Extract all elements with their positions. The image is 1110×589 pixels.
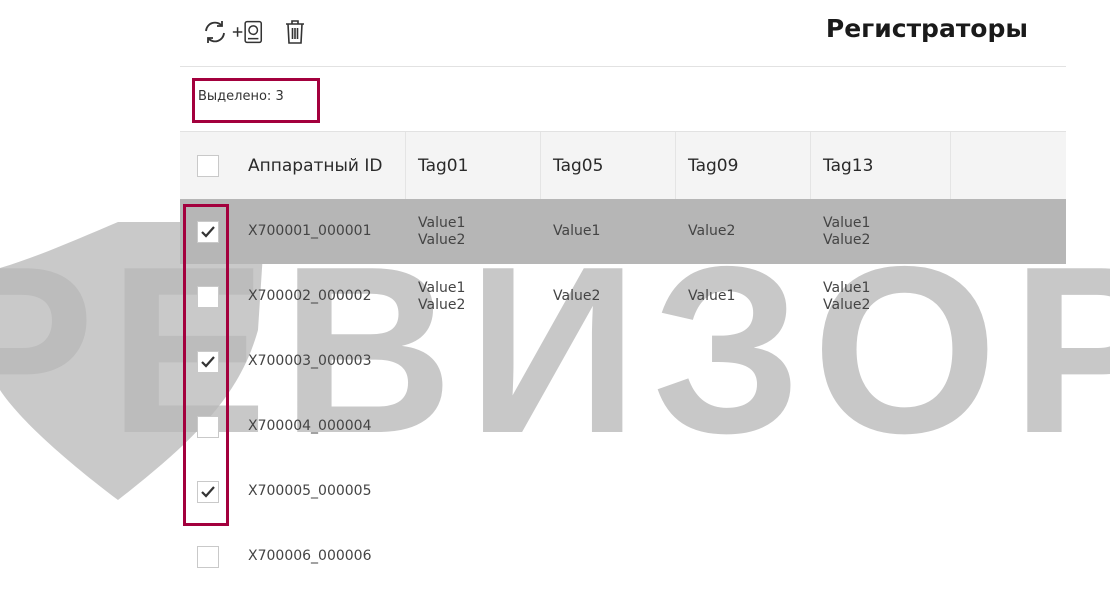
table-body: X700001_000001 Value1 Value2 Value1 Value2 Va…: [180, 199, 1066, 589]
row-checkbox[interactable]: [197, 350, 219, 373]
row-checkbox[interactable]: [197, 415, 219, 438]
tag09-cell: Value2: [688, 223, 736, 239]
hardware-id-cell: X700006_000006: [248, 548, 372, 564]
refresh-button[interactable]: [200, 15, 230, 49]
refresh-icon: [205, 21, 225, 43]
tag01-value: Value1: [418, 279, 466, 296]
tag01-value: Value1: [418, 214, 466, 231]
checkmark-icon: [201, 485, 215, 498]
page-title: Регистраторы: [825, 14, 1028, 43]
tag13-cell: Value1 Value2: [811, 215, 951, 249]
table-header-row: Аппаратный ID Tag01 Tag05 Tag09 Tag13: [180, 131, 1066, 199]
table-row[interactable]: X700005_000005: [180, 459, 1066, 524]
column-header-tag13[interactable]: Tag13: [811, 132, 951, 199]
column-header-empty: [951, 132, 1066, 199]
table-row[interactable]: X700001_000001 Value1 Value2 Value1 Value2 Va…: [180, 199, 1066, 264]
hardware-id-cell: X700001_000001: [248, 223, 372, 239]
toolbar: [200, 14, 318, 50]
delete-button[interactable]: [280, 15, 310, 49]
tag01-value: Value2: [418, 296, 466, 313]
tag05-cell: Value1: [553, 223, 601, 239]
row-checkbox[interactable]: [197, 545, 219, 568]
select-all-checkbox[interactable]: [197, 154, 219, 177]
row-checkbox-cell: [180, 285, 236, 308]
column-header-tag09[interactable]: Tag09: [676, 132, 811, 199]
select-all-cell: [180, 132, 236, 199]
tag13-value: Value1: [823, 279, 871, 296]
registrators-table: Аппаратный ID Tag01 Tag05 Tag09 Tag13 X7…: [180, 131, 1066, 589]
column-header-tag05[interactable]: Tag05: [541, 132, 676, 199]
tag13-value: Value2: [823, 231, 871, 248]
tag13-cell: Value1 Value2: [811, 280, 951, 314]
hardware-id-cell: X700002_000002: [248, 288, 372, 304]
column-header-tag01[interactable]: Tag01: [406, 132, 541, 199]
row-checkbox[interactable]: [197, 220, 219, 243]
tag13-value: Value1: [823, 214, 871, 231]
tag13-value: Value2: [823, 296, 871, 313]
hardware-id-cell: X700004_000004: [248, 418, 372, 434]
add-device-button[interactable]: [230, 15, 266, 49]
table-row[interactable]: X700004_000004: [180, 394, 1066, 459]
trash-icon: [286, 20, 304, 44]
toolbar-divider: [180, 66, 1066, 67]
row-checkbox-cell: [180, 545, 236, 568]
checkmark-icon: [201, 355, 215, 368]
row-checkbox[interactable]: [197, 285, 219, 308]
table-row[interactable]: X700006_000006: [180, 524, 1066, 589]
add-device-icon: [232, 20, 263, 44]
hardware-id-cell: X700005_000005: [248, 483, 372, 499]
checkmark-icon: [201, 225, 215, 238]
table-row[interactable]: X700002_000002 Value1 Value2 Value2 Value1 Va…: [180, 264, 1066, 329]
selected-count: Выделено: 3: [198, 89, 284, 104]
row-checkbox-cell: [180, 220, 236, 243]
row-checkbox-cell: [180, 415, 236, 438]
tag09-cell: Value1: [688, 288, 736, 304]
row-checkbox[interactable]: [197, 480, 219, 503]
tag05-cell: Value2: [553, 288, 601, 304]
tag01-cell: Value1 Value2: [406, 215, 541, 249]
row-checkbox-cell: [180, 480, 236, 503]
tag01-value: Value2: [418, 231, 466, 248]
table-row[interactable]: X700003_000003: [180, 329, 1066, 394]
column-header-hardware-id[interactable]: Аппаратный ID: [236, 132, 406, 199]
tag01-cell: Value1 Value2: [406, 280, 541, 314]
row-checkbox-cell: [180, 350, 236, 373]
hardware-id-cell: X700003_000003: [248, 353, 372, 369]
